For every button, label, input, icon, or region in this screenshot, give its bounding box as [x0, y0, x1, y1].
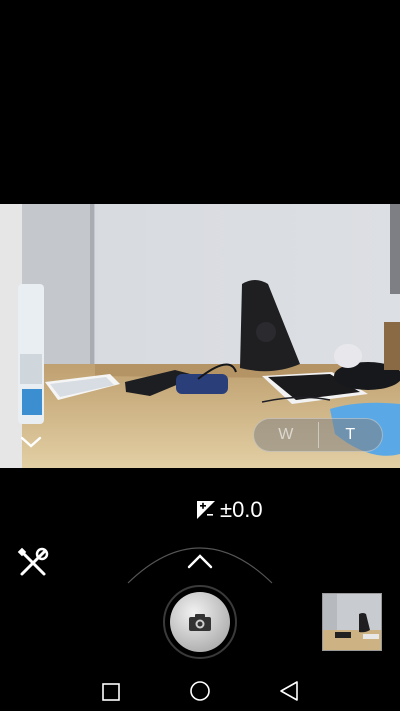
exposure-indicator[interactable]: ±0.0 [196, 497, 263, 523]
last-photo-thumbnail[interactable] [322, 593, 382, 651]
zoom-tele-option[interactable]: T [319, 419, 383, 451]
zoom-toggle[interactable]: W T [253, 418, 383, 452]
camera-icon [189, 614, 211, 631]
collapse-settings-button[interactable] [16, 428, 46, 458]
back-button[interactable] [278, 680, 302, 702]
back-icon [280, 681, 298, 701]
thumbnail-image [323, 594, 381, 650]
home-icon [190, 681, 210, 701]
shutter-button[interactable] [163, 585, 237, 659]
home-button[interactable] [188, 680, 212, 702]
exposure-value: ±0.0 [220, 497, 263, 522]
recents-button[interactable] [101, 682, 121, 702]
exposure-icon [197, 501, 215, 519]
chevron-down-icon [20, 436, 42, 448]
mode-menu-button[interactable] [184, 550, 216, 572]
recents-icon [102, 683, 120, 701]
chevron-up-icon [187, 554, 213, 569]
shutter-face [170, 592, 230, 652]
zoom-wide-option[interactable]: W [254, 419, 318, 451]
